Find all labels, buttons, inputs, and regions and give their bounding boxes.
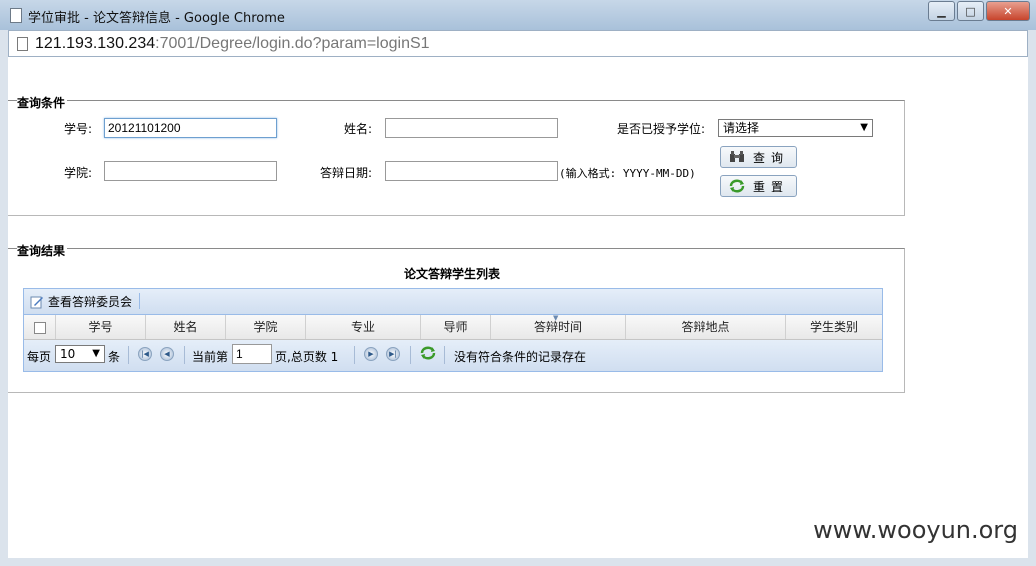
degree-granted-label: 是否已授予学位: [617, 122, 706, 136]
degree-granted-select[interactable]: 请选择 ▼ [718, 119, 873, 137]
column-header-major[interactable]: 专业 [306, 315, 421, 339]
table-header-row: 学号 姓名 学院 专业 导师 答辩时间 答辩地点 学生类别 ▼ [24, 315, 882, 340]
column-header-student-type[interactable]: 学生类别 [786, 315, 882, 339]
last-page-icon[interactable]: ▶| [386, 347, 400, 361]
per-page-select[interactable]: 10 ▼ [55, 345, 105, 363]
url-text[interactable]: 121.193.130.234:7001/Degree/login.do?par… [35, 35, 430, 53]
reset-button-label: 重置 [753, 179, 790, 194]
reset-button[interactable]: 重置 [720, 175, 797, 197]
minimize-button[interactable]: ▁ [928, 1, 955, 21]
defense-date-label: 答辩日期: [320, 166, 373, 180]
select-all-checkbox[interactable] [33, 321, 46, 334]
window-titlebar: 学位审批 - 论文答辩信息 - Google Chrome ▁ □ ✕ [0, 0, 1036, 30]
document-icon [17, 37, 28, 51]
view-committee-label: 查看答辩委员会 [48, 295, 133, 309]
column-header-student-id[interactable]: 学号 [56, 315, 146, 339]
view-committee-button[interactable]: 查看答辩委员会 [30, 293, 132, 310]
column-header-name[interactable]: 姓名 [146, 315, 226, 339]
dropdown-arrow-icon: ▼ [92, 348, 100, 359]
current-page-label: 当前第 [192, 350, 229, 364]
current-page-input[interactable]: 1 [232, 344, 272, 364]
name-label: 姓名: [344, 122, 373, 136]
search-button-label: 查询 [753, 150, 790, 165]
table-title: 论文答辩学生列表 [404, 267, 501, 281]
college-label: 学院: [64, 166, 93, 180]
degree-granted-selected: 请选择 [723, 121, 760, 135]
results-grid: 查看答辩委员会 学号 姓名 学院 专业 导师 答辩时间 答辩地点 学生类别 ▼ … [23, 288, 883, 372]
empty-message: 没有符合条件的记录存在 [454, 350, 587, 364]
window-frame-right [1028, 57, 1036, 566]
pager-separator [444, 346, 445, 364]
refresh-icon[interactable] [420, 346, 436, 360]
student-id-input[interactable]: 20121101200 [104, 118, 277, 138]
column-header-defense-location[interactable]: 答辩地点 [626, 315, 786, 339]
url-path: :7001/Degree/login.do?param=loginS1 [155, 35, 430, 52]
defense-date-input[interactable] [385, 161, 558, 181]
close-button[interactable]: ✕ [986, 1, 1030, 21]
search-button[interactable]: 查询 [720, 146, 797, 168]
page-content: 查询条件 学号: 20121101200 姓名: 是否已授予学位: 请选择 ▼ … [8, 57, 1028, 558]
per-page-label: 每页 [27, 350, 52, 364]
maximize-button[interactable]: □ [957, 1, 984, 21]
binoculars-icon [729, 150, 745, 164]
column-header-defense-time[interactable]: 答辩时间 [491, 315, 626, 339]
column-header-college[interactable]: 学院 [226, 315, 306, 339]
refresh-icon [729, 179, 745, 193]
total-pages-label: 页,总页数 1 [275, 350, 339, 364]
url-host: 121.193.130.234 [35, 35, 156, 52]
date-format-hint: (输入格式: YYYY-MM-DD) [559, 167, 696, 180]
college-input[interactable] [104, 161, 277, 181]
watermark-text: www.wooyun.org [813, 516, 1018, 544]
window-title: 学位审批 - 论文答辩信息 - Google Chrome [28, 11, 285, 26]
window-controls: ▁ □ ✕ [926, 1, 1030, 21]
pager-separator [128, 346, 129, 364]
pager-separator [184, 346, 185, 364]
query-results-legend: 查询结果 [17, 242, 68, 259]
dropdown-arrow-icon: ▼ [860, 122, 868, 133]
next-page-icon[interactable]: ▶ [364, 347, 378, 361]
sort-indicator-icon: ▼ [553, 314, 559, 322]
student-id-label: 学号: [64, 122, 93, 136]
per-page-value: 10 [60, 347, 76, 361]
page-icon [10, 8, 22, 23]
select-all-cell[interactable] [24, 315, 56, 339]
edit-icon [30, 295, 44, 309]
address-bar[interactable]: 121.193.130.234:7001/Degree/login.do?par… [8, 30, 1028, 57]
toolbar-separator [139, 293, 140, 309]
name-input[interactable] [385, 118, 558, 138]
first-page-icon[interactable]: |◀ [138, 347, 152, 361]
column-header-advisor[interactable]: 导师 [421, 315, 491, 339]
pager-separator [354, 346, 355, 364]
query-conditions-legend: 查询条件 [17, 94, 68, 111]
grid-toolbar: 查看答辩委员会 [24, 289, 882, 315]
items-unit-label: 条 [108, 350, 121, 364]
pagination-bar: 每页 10 ▼ 条 |◀ ◀ 当前第 1 页,总页数 1 ▶ ▶| 没有符合条件… [24, 340, 882, 371]
previous-page-icon[interactable]: ◀ [160, 347, 174, 361]
pager-separator [410, 346, 411, 364]
